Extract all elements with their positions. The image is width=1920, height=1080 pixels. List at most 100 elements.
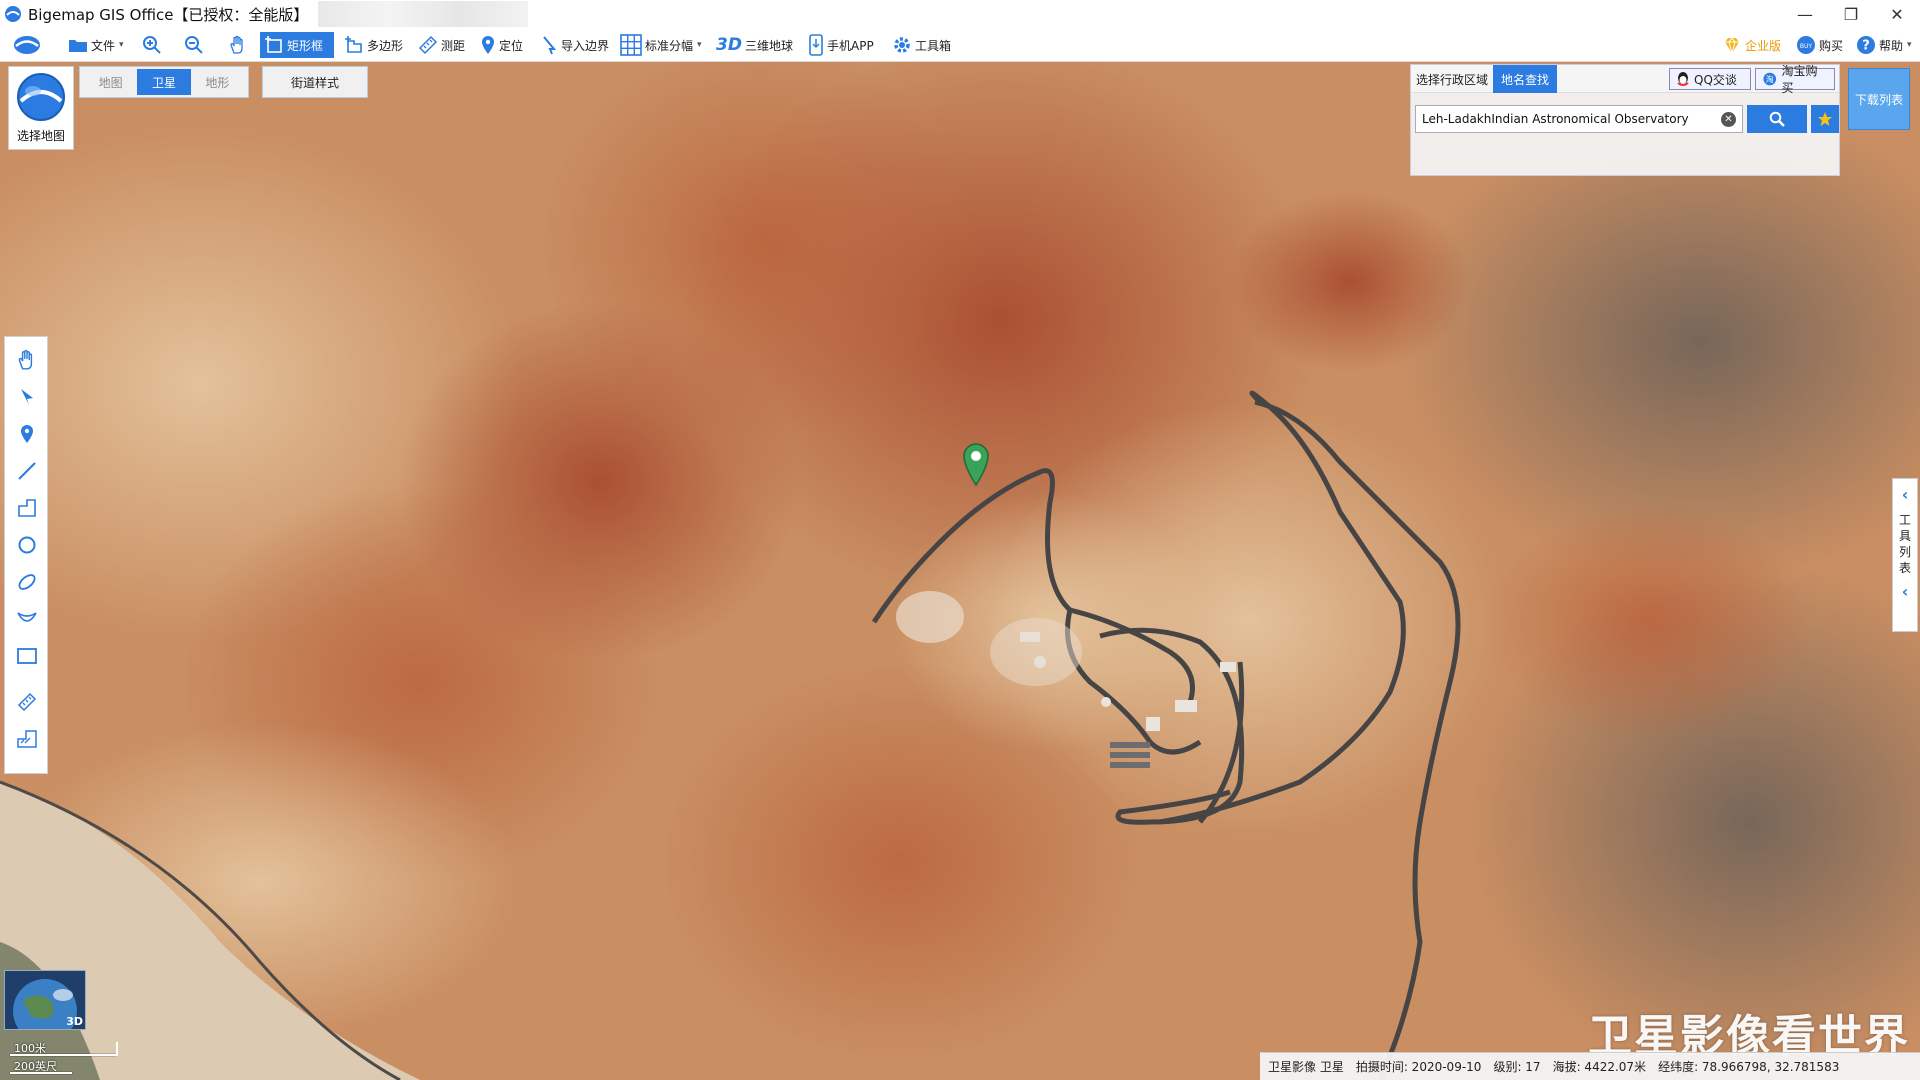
measure-tool[interactable]	[14, 689, 40, 715]
rectangle-icon	[17, 648, 37, 664]
polygon-icon	[345, 36, 362, 53]
locate-button[interactable]: 定位	[476, 32, 527, 58]
toolbox-button[interactable]: 工具箱	[888, 32, 955, 58]
polygon-label: 多边形	[367, 38, 404, 53]
buy-button[interactable]: BUY 购买	[1792, 32, 1847, 58]
file-menu-button[interactable]: 文件 ▾	[64, 32, 128, 58]
taobao-buy-button[interactable]: 淘 淘宝购买	[1755, 64, 1835, 95]
rectangle-select-button[interactable]: 矩形框	[260, 32, 334, 58]
select-tool[interactable]	[14, 384, 40, 410]
hand-icon	[230, 35, 243, 54]
diamond-badge-icon	[1725, 37, 1739, 55]
mobile-app-label: 手机APP	[827, 38, 874, 53]
folder-icon	[69, 40, 87, 52]
enterprise-button[interactable]: 企业版	[1718, 32, 1785, 58]
location-marker-icon[interactable]	[962, 442, 990, 486]
gear-icon	[894, 37, 910, 53]
qq-penguin-icon	[1677, 72, 1689, 86]
curve-tool[interactable]	[14, 606, 40, 632]
arrow-pointer-icon	[21, 389, 33, 405]
qq-chat-button[interactable]: QQ交谈	[1669, 68, 1751, 90]
map-chooser-button[interactable]: 选择地图	[8, 66, 74, 150]
import-arrow-icon	[543, 36, 557, 55]
mini-map-3d[interactable]: 3D	[4, 970, 86, 1030]
import-border-label: 导入边界	[561, 38, 610, 53]
map-type-satellite[interactable]: 卫星	[137, 69, 191, 95]
location-pin-icon	[482, 36, 494, 54]
status-lonlat: 经纬度: 78.966798, 32.781583	[1658, 1060, 1840, 1074]
help-icon: ?	[1857, 36, 1875, 54]
blurred-region	[318, 1, 529, 27]
measure-label: 测距	[441, 38, 466, 53]
app-menu-button[interactable]	[8, 32, 46, 58]
maximize-button[interactable]: ❐	[1828, 0, 1874, 28]
polygon-button[interactable]: 多边形	[340, 32, 407, 58]
tab-place-search[interactable]: 地名查找	[1493, 65, 1557, 93]
map-type-terrain[interactable]: 地形	[191, 69, 244, 95]
close-button[interactable]: ✕	[1874, 0, 1920, 28]
rectangle-tool[interactable]	[14, 643, 40, 669]
mini-map-3d-badge: 3D	[66, 1015, 83, 1028]
favorite-button[interactable]	[1811, 105, 1839, 133]
status-bar: 卫星影像 卫星 拍摄时间: 2020-09-10 级别: 17 海拔: 4422…	[1260, 1052, 1920, 1080]
map-type-switcher: 地图 卫星 地形	[79, 66, 249, 98]
area-measure-tool[interactable]	[14, 726, 40, 752]
clear-search-icon[interactable]: ✕	[1721, 112, 1736, 127]
zoom-in-icon	[143, 36, 161, 54]
freehand-tool[interactable]	[14, 569, 40, 595]
pan-button[interactable]	[224, 32, 252, 58]
circle-tool[interactable]	[14, 532, 40, 558]
download-list-button[interactable]: 下载列表	[1848, 68, 1910, 130]
map-type-map[interactable]: 地图	[84, 69, 137, 95]
taobao-icon: 淘	[1763, 72, 1777, 86]
qq-label: QQ交谈	[1694, 72, 1737, 87]
map-chooser-label: 选择地图	[16, 129, 65, 143]
rectangle-select-icon	[265, 36, 282, 53]
toolbox-label: 工具箱	[915, 38, 952, 53]
status-level: 级别: 17	[1493, 1060, 1541, 1074]
map-view[interactable]: 选择地图 地图 卫星 地形 街道样式 选择行政区域 地名查找 QQ交谈 淘 淘宝…	[0, 62, 1920, 1080]
circle-icon	[18, 536, 36, 554]
buy-label: 购买	[1819, 38, 1844, 53]
title-bar: Bigemap GIS Office【已授权：全能版】 — ❐ ✕	[0, 0, 1920, 28]
svg-text:BUY: BUY	[1800, 43, 1813, 50]
polygon-tool[interactable]	[14, 495, 40, 521]
search-input[interactable]	[1422, 112, 1712, 126]
street-style-button[interactable]: 街道样式	[262, 66, 368, 98]
tool-list-label: 工具列表	[1898, 513, 1911, 575]
area-measure-icon	[17, 730, 37, 748]
polygon-icon	[18, 499, 36, 517]
ellipse-icon	[18, 574, 36, 590]
zoom-in-button[interactable]	[138, 32, 166, 58]
zoom-out-icon	[185, 36, 203, 54]
tab-select-region[interactable]: 选择行政区域	[1411, 65, 1493, 93]
status-capture-time: 拍摄时间: 2020-09-10	[1355, 1060, 1482, 1074]
search-icon	[1769, 111, 1785, 127]
buy-badge-icon: BUY	[1797, 36, 1815, 54]
file-label: 文件	[91, 38, 116, 53]
minimize-button[interactable]: —	[1782, 0, 1828, 28]
grid-icon	[620, 34, 642, 56]
pan-tool[interactable]	[14, 347, 40, 373]
globe-icon	[17, 73, 65, 121]
ruler-icon	[418, 35, 438, 55]
standard-sheet-button[interactable]: 标准分幅 ▾	[616, 32, 706, 58]
mobile-app-button[interactable]: 手机APP	[804, 32, 878, 58]
line-icon	[18, 462, 36, 480]
import-border-button[interactable]: 导入边界	[538, 32, 613, 58]
zoom-out-button[interactable]	[180, 32, 208, 58]
search-field[interactable]: ✕	[1415, 105, 1743, 133]
line-tool[interactable]	[14, 458, 40, 484]
svg-text:?: ?	[1862, 39, 1870, 54]
svg-text:淘: 淘	[1766, 74, 1774, 84]
chevron-left-icon: ‹	[1901, 485, 1909, 504]
3d-icon: 3D	[716, 35, 742, 55]
search-button[interactable]	[1747, 105, 1807, 133]
measure-button[interactable]: 测距	[414, 32, 469, 58]
help-button[interactable]: ? 帮助 ▾	[1852, 32, 1916, 58]
enterprise-label: 企业版	[1745, 38, 1782, 53]
globe-3d-button[interactable]: 3D 三维地球	[712, 32, 797, 58]
ruler-icon	[17, 692, 37, 712]
marker-tool[interactable]	[14, 421, 40, 447]
tool-list-toggle[interactable]: ‹ 工具列表 ‹	[1892, 478, 1918, 632]
